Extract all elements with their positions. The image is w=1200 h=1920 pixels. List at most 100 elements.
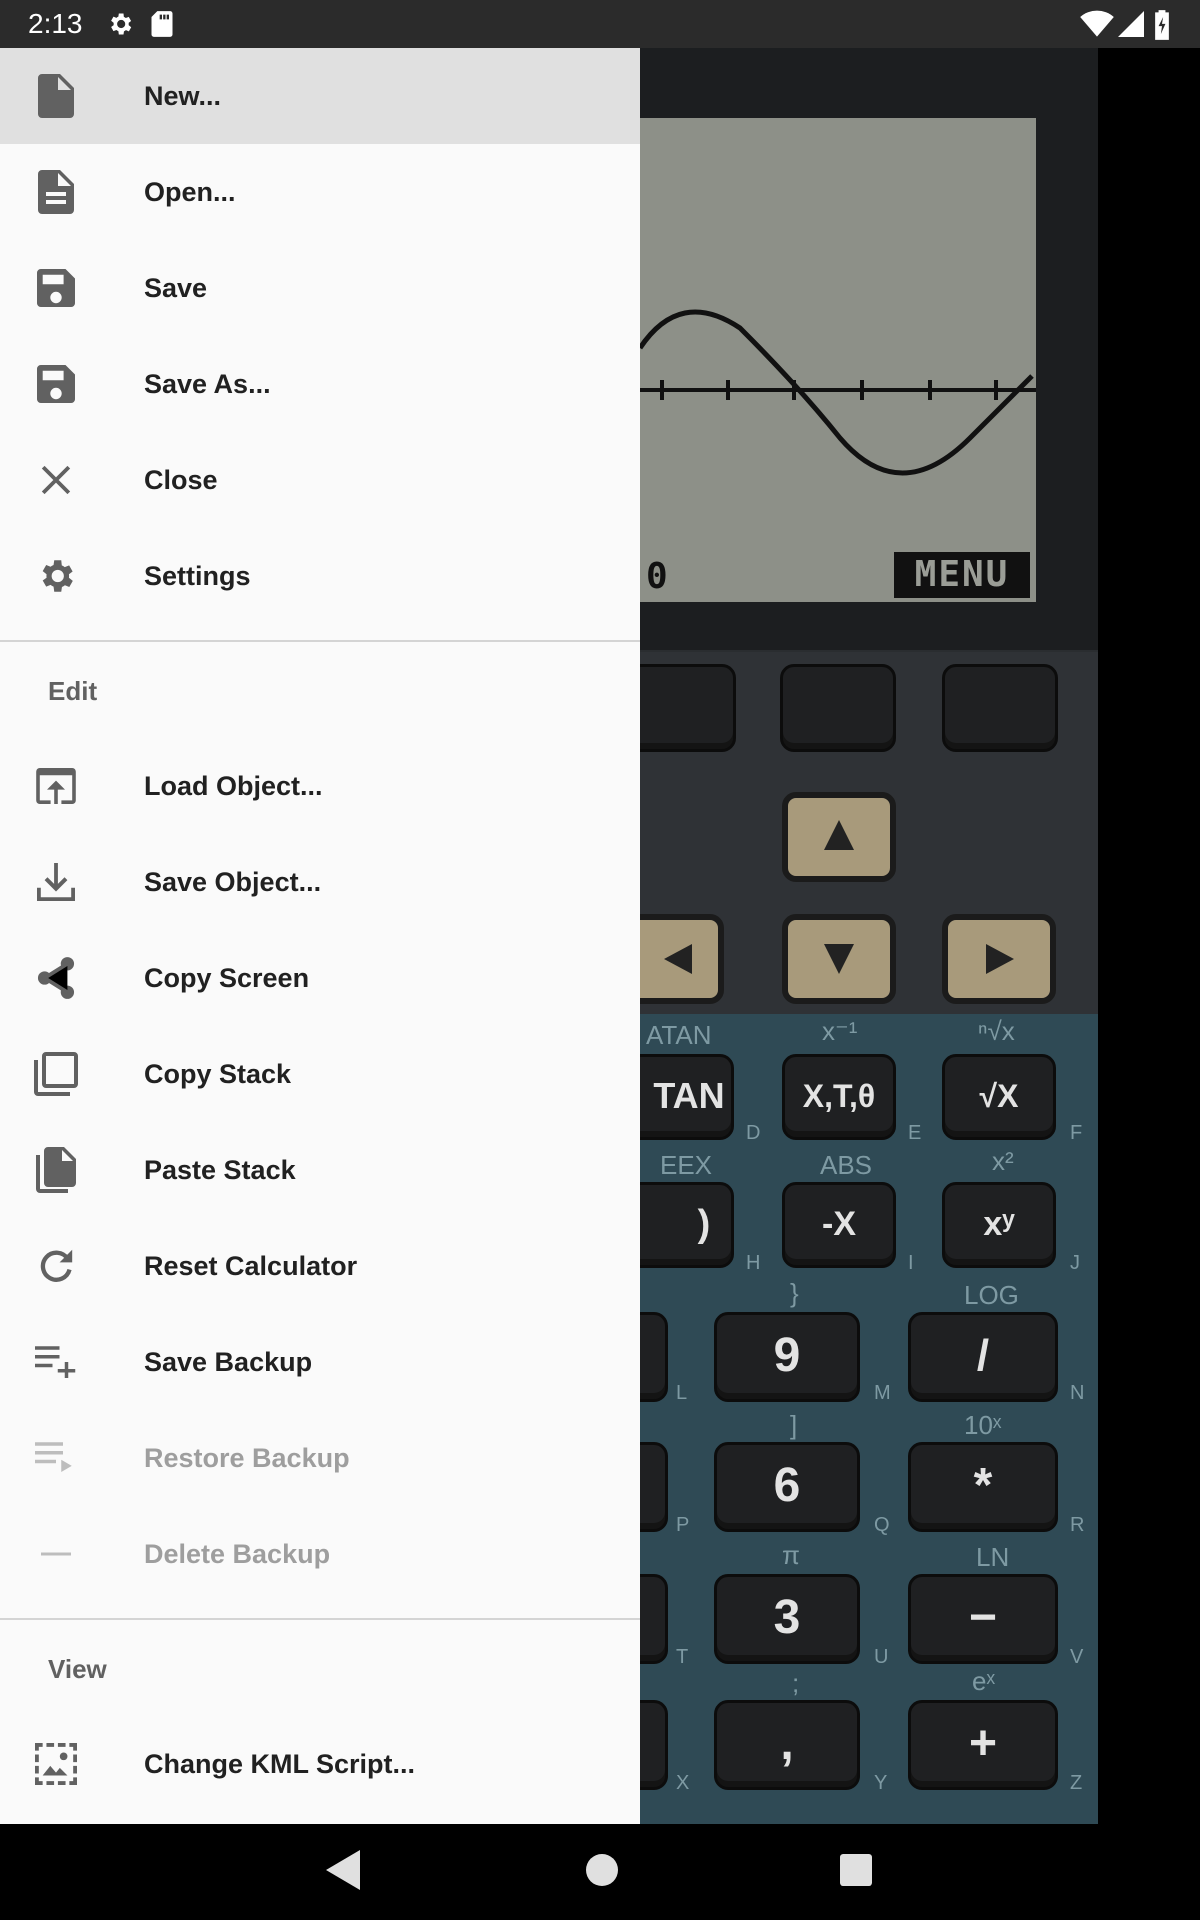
navigation-drawer: New... Open... Save Save As... Close Set… (0, 48, 640, 1824)
divide-key[interactable]: / (908, 1312, 1058, 1402)
lcd-screen (600, 118, 1036, 602)
calculator-edge (1098, 48, 1200, 1824)
sd-card-icon (151, 11, 173, 37)
label-ln: LN (976, 1542, 1010, 1572)
copy-icon (34, 1052, 78, 1096)
recents-icon[interactable] (840, 1854, 872, 1886)
menu-item-new[interactable]: New... (0, 48, 640, 144)
xttheta-key[interactable]: X,T,θ (782, 1054, 896, 1140)
menu-item-settings[interactable]: Settings (0, 528, 640, 624)
pow-key[interactable]: xʸ (942, 1182, 1056, 1268)
signal-icon (1118, 11, 1144, 37)
gear-icon (111, 13, 132, 35)
floppy-icon (34, 266, 78, 310)
image-select-icon (34, 1742, 78, 1786)
menu-item-save[interactable]: Save (0, 240, 640, 336)
comma-key[interactable]: , (714, 1700, 860, 1790)
menu-item-label: Save As... (144, 368, 271, 399)
menu-item-label: Save Backup (144, 1346, 313, 1377)
softkey-3[interactable] (942, 664, 1058, 752)
menu-item-label: Save (144, 272, 208, 303)
label-letter: T (676, 1646, 689, 1668)
status-time: 2:13 (28, 8, 83, 39)
playlist-add-icon (34, 1340, 78, 1384)
label-letter: Y (874, 1772, 888, 1794)
menu-item-label: Open... (144, 176, 236, 207)
label-xsq: x² (992, 1146, 1014, 1176)
plus-key[interactable]: + (908, 1700, 1058, 1790)
label-xinv: x⁻¹ (822, 1016, 858, 1046)
share-icon (34, 956, 78, 1000)
menu-item-open[interactable]: Open... (0, 144, 640, 240)
document-icon (34, 170, 78, 214)
label-log: LOG (964, 1280, 1019, 1310)
paste-icon (34, 1147, 78, 1193)
lcd-value: 0 (646, 556, 668, 597)
divider (0, 1618, 640, 1620)
menu-item-restore-backup: Restore Backup (0, 1410, 640, 1506)
label-nroot: ⁿ√x (978, 1016, 1015, 1046)
sqrt-key[interactable]: √X (942, 1054, 1056, 1140)
menu-item-save-as[interactable]: Save As... (0, 336, 640, 432)
menu-item-label: Copy Screen (144, 962, 310, 993)
label-letter: I (908, 1252, 914, 1274)
menu-item-save-object[interactable]: Save Object... (0, 834, 640, 930)
label-letter: D (746, 1122, 761, 1144)
menu-item-copy-stack[interactable]: Copy Stack (0, 1026, 640, 1122)
neg-key[interactable]: -X (782, 1182, 896, 1268)
label-letter: Z (1070, 1772, 1083, 1794)
gear-icon (34, 554, 78, 598)
nine-key[interactable]: 9 (714, 1312, 860, 1402)
arrow-right-key[interactable] (942, 914, 1056, 1004)
wifi-icon (1080, 10, 1114, 37)
arrow-up-key[interactable] (782, 792, 896, 882)
label-letter: R (1070, 1514, 1085, 1536)
minus-icon (34, 1532, 78, 1576)
menu-item-reset-calculator[interactable]: Reset Calculator (0, 1218, 640, 1314)
file-icon (34, 74, 78, 118)
menu-item-change-kml-script[interactable]: Change KML Script... (0, 1716, 640, 1812)
menu-item-label: Delete Backup (144, 1538, 331, 1569)
label-letter: J (1070, 1252, 1080, 1274)
six-key[interactable]: 6 (714, 1442, 860, 1532)
menu-item-label: Reset Calculator (144, 1250, 358, 1281)
battery-icon (1155, 10, 1169, 40)
menu-item-load-object[interactable]: Load Object... (0, 738, 640, 834)
back-icon[interactable] (326, 1850, 360, 1890)
label-letter: Q (874, 1514, 890, 1536)
lcd-graph (637, 309, 1036, 476)
label-letter: P (676, 1514, 690, 1536)
label-bracket: ] (790, 1410, 798, 1440)
lcd-menu-label: MENU (894, 552, 1030, 598)
label-eex: EEX (660, 1150, 713, 1180)
menu-item-copy-screen[interactable]: Copy Screen (0, 930, 640, 1026)
minus-key[interactable]: − (908, 1574, 1058, 1664)
label-pi: π (782, 1540, 800, 1570)
multiply-key[interactable]: * (908, 1442, 1058, 1532)
label-abs: ABS (820, 1150, 873, 1180)
menu-item-label: New... (144, 80, 222, 111)
section-header-edit: Edit (48, 676, 98, 706)
label-ex: eˣ (972, 1666, 995, 1696)
menu-item-label: Save Object... (144, 866, 322, 897)
label-brace: } (790, 1278, 799, 1308)
menu-item-save-backup[interactable]: Save Backup (0, 1314, 640, 1410)
menu-item-label: Restore Backup (144, 1442, 350, 1473)
label-letter: E (908, 1122, 922, 1144)
arrow-down-key[interactable] (782, 914, 896, 1004)
label-letter: F (1070, 1122, 1083, 1144)
download-icon (34, 860, 78, 904)
refresh-icon (34, 1244, 78, 1288)
label-tenx: 10ˣ (964, 1410, 1002, 1440)
three-key[interactable]: 3 (714, 1574, 860, 1664)
softkey-2[interactable] (780, 664, 896, 752)
label-letter: H (746, 1252, 761, 1274)
home-icon[interactable] (586, 1854, 618, 1886)
close-icon (34, 458, 78, 502)
label-letter: N (1070, 1382, 1085, 1404)
menu-item-close[interactable]: Close (0, 432, 640, 528)
label-letter: V (1070, 1646, 1084, 1668)
label-semicolon: ; (792, 1668, 800, 1698)
label-letter: X (676, 1772, 690, 1794)
menu-item-paste-stack[interactable]: Paste Stack (0, 1122, 640, 1218)
